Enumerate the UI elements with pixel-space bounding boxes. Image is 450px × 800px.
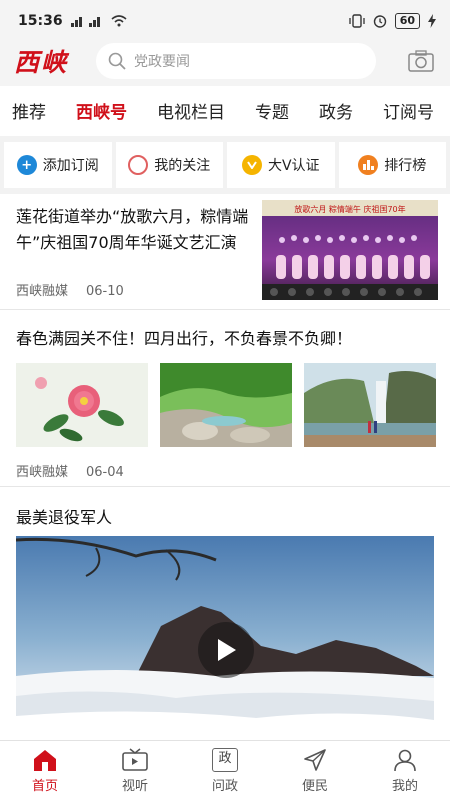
nav-profile[interactable]: 我的 (360, 741, 450, 800)
user-icon (391, 747, 419, 773)
quick-actions: + 添加订阅 我的关注 大V认证 排行榜 (0, 136, 450, 194)
article-date: 06-10 (86, 284, 124, 299)
svg-text:放歌六月 粽情端午 庆祖国70年: 放歌六月 粽情端午 庆祖国70年 (294, 204, 405, 214)
channel-tabs: 推荐 西峡号 电视栏目 专题 政务 订阅号 (0, 90, 450, 136)
charging-icon (428, 14, 436, 28)
status-time: 15:36 (18, 13, 63, 29)
article-title: 莲花街道举办“放歌六月，粽情端午”庆祖国70周年华诞文艺汇演 (16, 207, 249, 252)
add-subscription-button[interactable]: + 添加订阅 (4, 142, 112, 188)
stage-performance-thumbnail: 放歌六月 粽情端午 庆祖国70年 (262, 200, 438, 300)
bottom-navigation: 首页 视听 政 问政 便民 我的 (0, 740, 450, 800)
play-icon (218, 639, 236, 661)
plus-circle-icon: + (16, 155, 37, 175)
video-item[interactable]: 最美退役军人 (0, 488, 450, 740)
article-title: 最美退役军人 (16, 508, 113, 527)
search-placeholder: 党政要闻 (134, 54, 190, 70)
nav-label: 我的 (391, 779, 418, 794)
search-icon (108, 52, 126, 70)
wifi-icon (111, 15, 127, 27)
news-item[interactable]: 春色满园关不住！四月出行，不负春景不负卿！ 西峡融媒 06-04 (0, 311, 450, 487)
circle-outline-icon (128, 155, 149, 175)
nav-services[interactable]: 便民 (270, 741, 360, 800)
green-valley-image (160, 363, 292, 447)
search-bar[interactable]: 党政要闻 (96, 43, 376, 79)
bar-chart-icon (358, 155, 379, 175)
article-meta: 西峡融媒 06-04 (16, 461, 124, 480)
news-item[interactable]: 莲花街道举办“放歌六月，粽情端午”庆祖国70周年华诞文艺汇演 西峡融媒 06-10… (0, 194, 450, 310)
battery-indicator: 60 (394, 13, 420, 29)
article-title: 春色满园关不住！四月出行，不负春景不负卿！ (16, 329, 353, 348)
nav-label: 问政 (211, 779, 238, 794)
zheng-icon: 政 (211, 747, 239, 773)
v-badge-icon (241, 155, 262, 175)
nav-label: 首页 (31, 779, 58, 794)
nav-label: 便民 (301, 779, 328, 794)
article-source: 西峡融媒 (16, 284, 69, 299)
play-button[interactable] (198, 622, 254, 678)
tab-recommend[interactable]: 推荐 (12, 90, 46, 136)
signal-icon (70, 15, 127, 27)
tab-tv-programs[interactable]: 电视栏目 (157, 90, 225, 136)
camera-icon (408, 50, 434, 72)
nav-inquiry[interactable]: 政 问政 (180, 741, 270, 800)
alarm-icon (373, 15, 386, 28)
nav-home[interactable]: 首页 (0, 741, 90, 800)
video-thumbnail[interactable] (16, 536, 434, 740)
waterfall-image (304, 363, 436, 447)
tab-government[interactable]: 政务 (319, 90, 353, 136)
article-image-gallery (16, 363, 436, 447)
article-source: 西峡融媒 (16, 465, 69, 480)
tab-subscriptions[interactable]: 订阅号 (383, 90, 434, 136)
camera-button[interactable] (406, 48, 436, 74)
app-logo: 西峡 (14, 48, 69, 77)
send-icon (301, 747, 329, 773)
article-meta: 西峡融媒 06-10 (16, 280, 124, 299)
verified-v-button[interactable]: 大V认证 (227, 142, 335, 188)
ranking-button[interactable]: 排行榜 (338, 142, 446, 188)
nav-label: 视听 (121, 779, 148, 794)
my-follows-button[interactable]: 我的关注 (115, 142, 223, 188)
tab-xixia-hao[interactable]: 西峡号 (76, 90, 127, 136)
tab-topics[interactable]: 专题 (255, 90, 289, 136)
article-date: 06-04 (86, 465, 124, 480)
camellia-flower-image (16, 363, 148, 447)
tv-icon (121, 747, 149, 773)
vibrate-icon (349, 14, 365, 28)
home-icon (31, 747, 59, 773)
nav-media[interactable]: 视听 (90, 741, 180, 800)
app-header: 西峡 党政要闻 (0, 36, 450, 86)
